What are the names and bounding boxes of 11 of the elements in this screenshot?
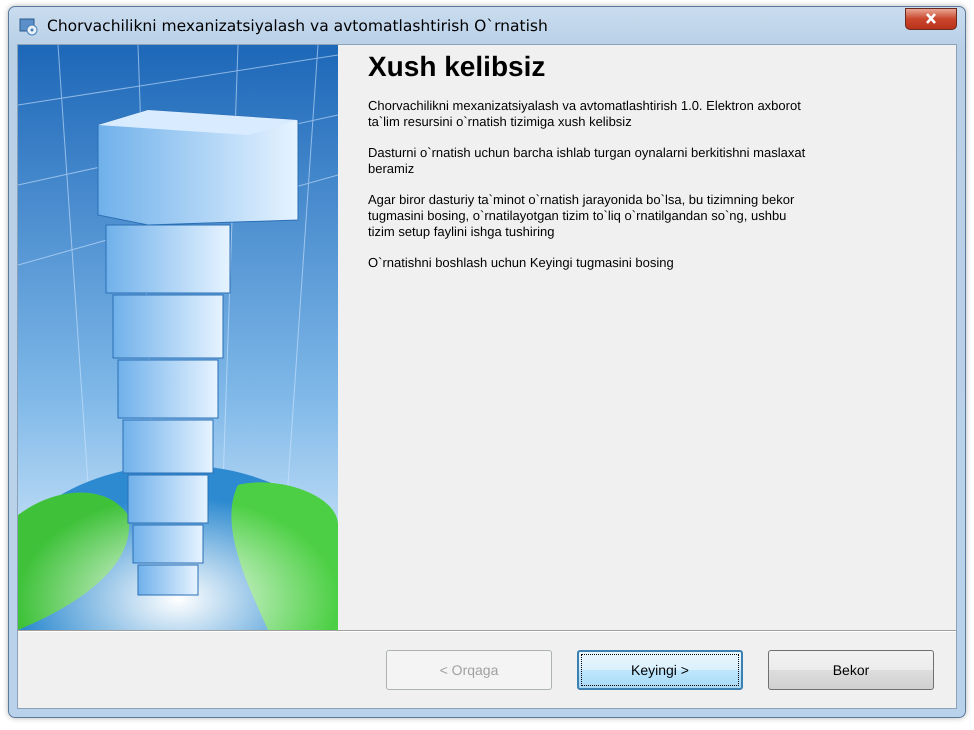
welcome-heading: Xush kelibsiz [368,51,546,83]
welcome-paragraph: Dasturni o`rnatish uchun barcha ishlab turgan oynalarni berkitishni maslaxat beramiz [368,145,806,177]
wizard-button[interactable]: Bekor [768,650,934,690]
close-icon [925,13,937,24]
window-title: Chorvachilikni mexanizatsiyalash va avtomatlashtirish O`rnatish [47,16,549,34]
installer-icon [19,16,39,36]
welcome-paragraph: Agar biror dasturiy ta`minot o`rnatish jarayonida bo`lsa, bu tizimning bekor tugmasini bosing, o`rnatilayotgan tizim to`liq o`rnatilgandan so`ng, ushbu tizim setup faylini ishga tushiring [368,192,796,240]
welcome-paragraph: Chorvachilikni mexanizatsiyalash va avtomatlashtirish 1.0. Elektron axborot ta`lim resursini o`rnatish tizimiga xush kelibsiz [368,98,802,130]
welcome-paragraph: O`rnatishni boshlash uchun Keyingi tugmasini bosing [368,255,675,271]
wizard-button[interactable]: Keyingi > [577,650,743,690]
close-button[interactable] [905,8,957,30]
